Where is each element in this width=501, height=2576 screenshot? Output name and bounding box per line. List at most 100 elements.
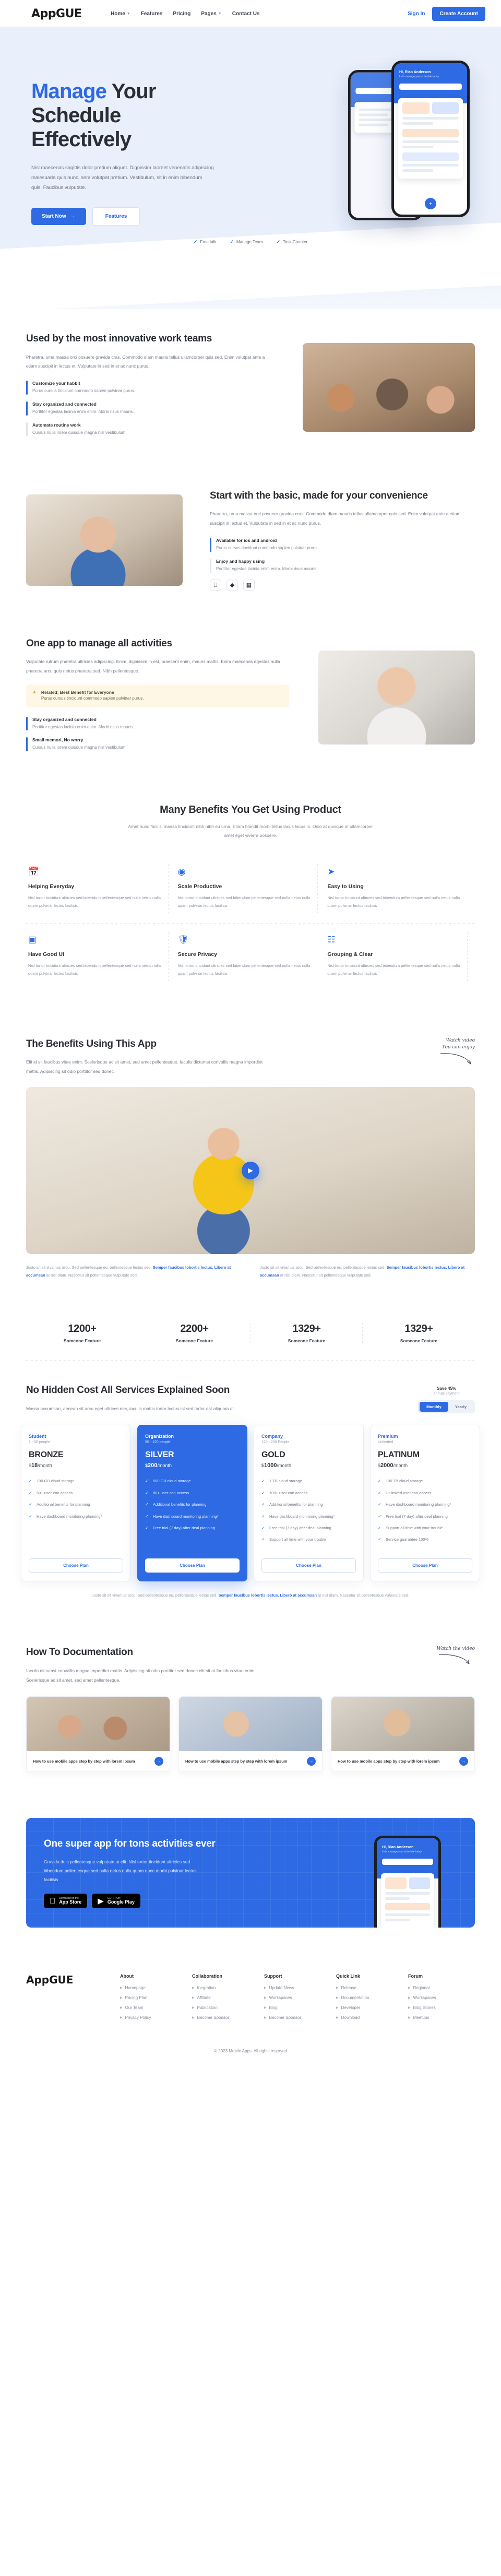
footer-link[interactable]: ▶ Blog bbox=[264, 2005, 331, 2010]
footer-link[interactable]: ▶ Homepage bbox=[120, 1986, 187, 1990]
plan-audience: Company bbox=[261, 1434, 283, 1439]
footer-link[interactable]: ▶ Release bbox=[336, 1986, 403, 1990]
check-icon: ✓ bbox=[29, 1490, 32, 1495]
google-play-button[interactable]: ▶ GET IT ON Google Play bbox=[92, 1894, 140, 1909]
footer-link-label: Our Team bbox=[125, 2005, 144, 2011]
stat-item: 1329+ Someone Feature bbox=[363, 1320, 475, 1346]
check-icon: ✓ bbox=[378, 1514, 381, 1519]
plan-feature-label: Service guarantee 100% bbox=[386, 1537, 429, 1542]
toggle-yearly[interactable]: Yearly bbox=[448, 1402, 473, 1412]
nav-item-contact[interactable]: Contact Us bbox=[232, 11, 260, 17]
app-store-small: Download on the bbox=[53, 1897, 79, 1900]
phone-search-field[interactable] bbox=[399, 84, 462, 90]
stat-number: 2200+ bbox=[180, 1322, 209, 1334]
footer-link[interactable]: ▶ Publication bbox=[192, 2005, 259, 2010]
footer-link[interactable]: ▶ Workspaces bbox=[264, 1995, 331, 2000]
footer-link[interactable]: ▶ Documentation bbox=[336, 1995, 403, 2000]
nav-item-home[interactable]: Home ▼ bbox=[111, 11, 130, 17]
benefit-desc: Nisl tortor tincidunt ultricies sed bibe… bbox=[327, 963, 460, 976]
one-app-paragraph: Vulputate rutrum pharetra ultricies adip… bbox=[26, 659, 280, 674]
footer-link-label: Pricing Plan bbox=[125, 1995, 148, 2001]
hero-title-line3: Effectively bbox=[31, 128, 132, 151]
doc-card[interactable]: How to use mobile apps step by step with… bbox=[26, 1696, 170, 1773]
plan-price: $2000/month bbox=[378, 1462, 472, 1469]
choose-plan-button[interactable]: Choose Plan bbox=[29, 1558, 123, 1573]
stat-number: 1329+ bbox=[404, 1322, 433, 1334]
pricing-card-bronze: Student 1 - 50 people BRONZE $18/month ✓… bbox=[21, 1425, 131, 1582]
footer-link[interactable]: ▶ Developer bbox=[336, 2005, 403, 2010]
plan-feature: ✓ Free trial (7 day) after deal planning bbox=[378, 1514, 472, 1520]
billing-period-toggle[interactable]: Monthly Yearly bbox=[418, 1400, 475, 1414]
arrow-right-icon[interactable]: → bbox=[307, 1757, 316, 1766]
footer-link[interactable]: ▶ Our Team bbox=[120, 2005, 187, 2010]
video-thumbnail[interactable]: ▶ bbox=[26, 1086, 475, 1254]
footer-link-label: Become Sponsor bbox=[269, 2015, 301, 2020]
footer-link-label: Homepage bbox=[125, 1986, 146, 1991]
choose-plan-button[interactable]: Choose Plan bbox=[145, 1558, 240, 1573]
toggle-monthly[interactable]: Monthly bbox=[420, 1402, 448, 1412]
plan-feature: ✓ Free trial (7 day) after deal planning bbox=[261, 1525, 356, 1531]
start-now-button[interactable]: Start Now → bbox=[31, 208, 86, 225]
cta-phone-subtitle: Let's manage your schedule today bbox=[382, 1850, 422, 1854]
footer-link[interactable]: ▶ Workspaces bbox=[408, 1995, 475, 2000]
footer-link[interactable]: ▶ Update News bbox=[264, 1986, 331, 1990]
check-icon: ✓ bbox=[145, 1525, 149, 1530]
plan-feature-label: 1 TB cloud storage bbox=[269, 1479, 302, 1484]
doc-card[interactable]: How to use mobile apps step by step with… bbox=[178, 1696, 323, 1773]
footer-link[interactable]: ▶ Become Sponsor bbox=[264, 2015, 331, 2020]
footer-link[interactable]: ▶ Become Sponsor bbox=[192, 2015, 259, 2020]
doc-card[interactable]: How to use mobile apps step by step with… bbox=[331, 1696, 475, 1773]
footer-column-heading: Quick Link bbox=[336, 1974, 361, 1979]
footer-link[interactable]: ▶ Download bbox=[336, 2015, 403, 2020]
check-icon: ✓ bbox=[145, 1502, 149, 1507]
accent-bar bbox=[210, 558, 211, 573]
apple-icon[interactable]:  bbox=[210, 579, 221, 591]
benefit-title: Easy to Using bbox=[327, 883, 364, 890]
app-store-button[interactable]:  Download on the App Store bbox=[44, 1894, 88, 1909]
plan-feature: ✓ Support all time with your trouble bbox=[378, 1525, 472, 1531]
choose-plan-button[interactable]: Choose Plan bbox=[261, 1558, 356, 1573]
benefit-desc: Nisl tortor tincidunt ultricies sed bibe… bbox=[177, 895, 311, 908]
layers-icon: ◉ bbox=[177, 867, 186, 877]
footer-logo[interactable]: AppGUE bbox=[26, 1974, 120, 1986]
create-account-button[interactable]: Create Account bbox=[432, 6, 485, 21]
basic-title: Start with the basic, made for your conv… bbox=[210, 490, 428, 501]
benefits-section: Many Benefits You Get Using Product Amet… bbox=[0, 781, 501, 1014]
caret-right-icon: ▶ bbox=[120, 1987, 123, 1990]
nav-item-features[interactable]: Features bbox=[141, 11, 163, 17]
check-icon: ✓ bbox=[29, 1502, 32, 1507]
bullet-desc: Porttitor egestas lacinia enim enim. Mor… bbox=[32, 409, 134, 415]
footer: AppGUE About ▶ Homepage ▶ Pricing Plan ▶ Ou… bbox=[0, 1951, 501, 2067]
nav-item-pricing[interactable]: Pricing bbox=[173, 11, 190, 17]
check-icon: ✓ bbox=[261, 1514, 265, 1519]
bullet-desc: Porttitor egestas lacinia enim enim. Mor… bbox=[32, 724, 134, 729]
footer-link[interactable]: ▶ Meetups bbox=[408, 2015, 475, 2020]
footer-link[interactable]: ▶ Privacy Policy bbox=[120, 2015, 187, 2020]
windows-icon[interactable]: ▦ bbox=[243, 579, 255, 591]
arrow-right-icon[interactable]: → bbox=[459, 1757, 468, 1766]
phone-add-button[interactable]: + bbox=[425, 198, 436, 209]
hero-features-button[interactable]: Features bbox=[92, 207, 140, 226]
footer-link[interactable]: ▶ Regional bbox=[408, 1986, 475, 1990]
play-icon[interactable]: ▶ bbox=[242, 1161, 259, 1179]
plan-price: $200/month bbox=[145, 1462, 240, 1469]
arrow-right-icon[interactable]: → bbox=[154, 1757, 163, 1766]
plan-period: /month bbox=[277, 1463, 292, 1469]
sign-in-link[interactable]: Sign In bbox=[408, 11, 425, 17]
plan-feature-label: 500 GB cloud storage bbox=[153, 1479, 191, 1484]
check-icon: ✓ bbox=[261, 1479, 265, 1484]
footer-link[interactable]: ▶ Blog Stories bbox=[408, 2005, 475, 2010]
footer-link[interactable]: ▶ Inegration bbox=[192, 1986, 259, 1990]
pricing-card-gold: Company 120 - 200 People GOLD $1000/mont… bbox=[254, 1425, 364, 1582]
phone-subtitle: Let's manage your schedule today bbox=[399, 75, 439, 78]
footer-link[interactable]: ▶ Affiliate bbox=[192, 1995, 259, 2000]
footer-link[interactable]: ▶ Pricing Plan bbox=[120, 1995, 187, 2000]
nav-item-pages[interactable]: Pages ▼ bbox=[201, 11, 221, 17]
android-icon[interactable]: ◆ bbox=[226, 579, 238, 591]
choose-plan-button[interactable]: Choose Plan bbox=[378, 1558, 472, 1573]
portrait-photo bbox=[318, 650, 475, 745]
plan-feature-label: Unlimited user can access bbox=[386, 1490, 432, 1495]
plan-feature-label: Have dashboard monitoring planning* bbox=[269, 1514, 335, 1519]
brand-logo[interactable]: AppGUE bbox=[16, 7, 94, 20]
plan-feature-label: 100+ user can access bbox=[269, 1490, 308, 1495]
